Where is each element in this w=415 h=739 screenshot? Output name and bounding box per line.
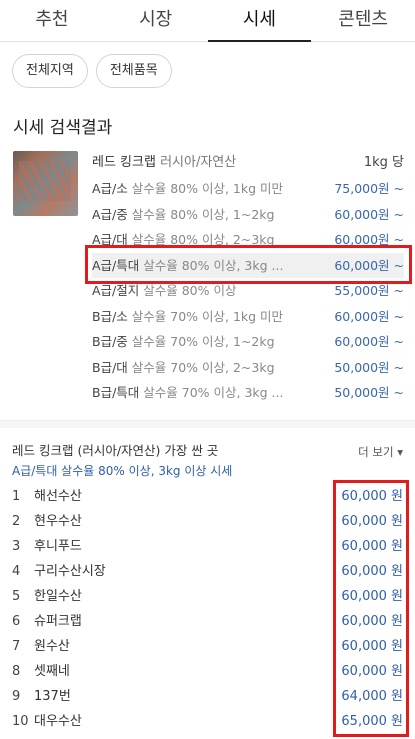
shop-name: 해선수산 [34,489,82,504]
filter-chips: 전체지역 전체품목 [12,54,172,88]
product-name: 레드 킹크랩 [92,155,156,170]
grade-description: 살수율 70% 이상, 1~2kg [131,334,275,349]
grade-price: 60,000원 ~ [334,308,404,324]
grade-price: 50,000원 ~ [334,385,404,400]
shop-rank: 2 [12,514,21,529]
price-unit: 1kg 당 [363,155,404,170]
shop-name: 137번 [34,689,71,704]
shop-rank: 6 [12,614,21,629]
grade-description: 살수율 80% 이상, 1kg 미만 [131,181,284,196]
shop-rank: 8 [12,664,21,679]
grade-price: 50,000원 ~ [334,359,404,375]
shop-rank: 4 [12,564,21,579]
shop-rank: 3 [12,539,21,554]
price-row[interactable]: B급/중 살수율 70% 이상, 1~2kg 60,000원 ~ [92,329,404,355]
section-title: 시세 검색결과 [13,118,113,138]
item-filter-button[interactable]: 전체품목 [95,54,172,88]
shop-rank: 10 [12,714,29,729]
grade-label: B급/대 [92,359,128,375]
price-row[interactable]: B급/대 살수율 70% 이상, 2~3kg 50,000원 ~ [92,355,404,381]
cheapest-heading: 레드 킹크랩 (러시아/자연산) 가장 싼 곳 [12,443,219,458]
shop-name: 슈퍼크랩 [34,614,82,629]
price-row[interactable]: B급/특대 살수율 70% 이상, 3kg ... 50,000원 ~ [92,380,404,406]
price-row[interactable]: A급/중 살수율 80% 이상, 1~2kg 60,000원 ~ [92,202,404,228]
shop-rank: 7 [12,639,21,654]
grade-description: 살수율 70% 이상, 2~3kg [131,359,275,375]
highlight-price-column [333,480,409,737]
grade-description: 살수율 80% 이상, 1~2kg [131,206,275,222]
tab-price[interactable]: 시세 [207,0,312,42]
shop-rank: 1 [12,489,21,504]
grade-price: 75,000원 ~ [334,181,404,196]
grade-description: 살수율 80% 이상 [143,283,237,298]
shop-name: 원수산 [34,639,70,654]
tab-contents[interactable]: 콘텐츠 [311,0,415,41]
section-divider [0,420,415,428]
highlight-selected-row [85,245,412,284]
shop-name: 셋째네 [34,664,70,679]
shop-name: 한일수산 [34,589,82,604]
shop-name: 후니푸드 [34,539,82,554]
shop-name: 구리수산시장 [34,564,106,579]
grade-label: A급/절지 [92,283,140,298]
shop-rank: 9 [12,689,21,704]
more-button[interactable]: 더 보기 ▾ [358,444,403,460]
shop-name: 대우수산 [34,714,82,729]
shop-name: 현우수산 [34,514,82,529]
price-row[interactable]: B급/소 살수율 70% 이상, 1kg 미만 60,000원 ~ [92,304,404,330]
product-image[interactable] [13,151,78,216]
price-list: A급/소 살수율 80% 이상, 1kg 미만 75,000원 ~ A급/중 살수율… [92,176,404,406]
shop-rank: 5 [12,589,21,604]
region-filter-button[interactable]: 전체지역 [12,54,88,88]
price-row[interactable]: A급/소 살수율 80% 이상, 1kg 미만 75,000원 ~ [92,176,404,202]
tab-market[interactable]: 시장 [104,0,208,41]
cheapest-subheading: A급/특대 살수율 80% 이상, 3kg 이상 시세 [12,464,233,478]
grade-label: B급/소 [92,308,128,324]
grade-label: B급/중 [92,334,128,349]
top-tab-bar: 추천 시장 시세 콘텐츠 [0,0,415,42]
grade-description: 살수율 70% 이상, 1kg 미만 [131,308,284,324]
grade-price: 60,000원 ~ [334,206,404,222]
grade-label: A급/소 [92,181,128,196]
tab-recommend[interactable]: 추천 [0,0,104,41]
grade-description: 살수율 70% 이상, 3kg ... [143,385,284,400]
grade-price: 60,000원 ~ [334,334,404,349]
grade-label: B급/특대 [92,385,140,400]
grade-label: A급/중 [92,206,128,222]
product-header: 레드 킹크랩 러시아/자연산 1kg 당 [92,151,404,171]
product-origin: 러시아/자연산 [160,155,237,170]
